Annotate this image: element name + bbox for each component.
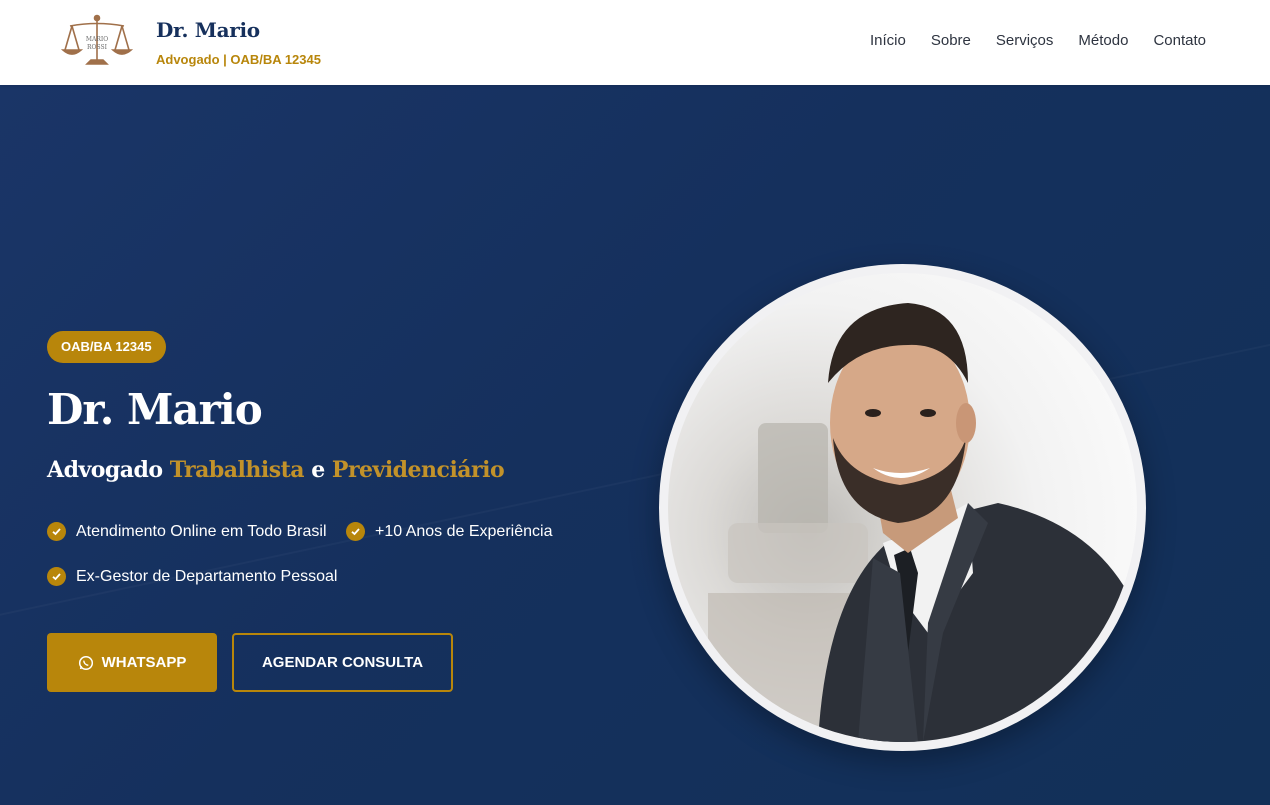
feature-item: Atendimento Online em Todo Brasil [47, 522, 327, 541]
nav-item-contato[interactable]: Contato [1153, 32, 1206, 49]
nav-item-metodo[interactable]: Método [1078, 32, 1128, 49]
feature-label: Atendimento Online em Todo Brasil [76, 522, 327, 540]
brand-name: Dr. Mario [156, 18, 260, 42]
svg-text:MARIO: MARIO [86, 36, 108, 43]
subtitle-e: e [311, 457, 325, 483]
whatsapp-icon [78, 655, 93, 670]
person-illustration [708, 303, 1137, 742]
subtitle-previdenciario: Previdenciário [331, 457, 505, 483]
nav-item-inicio[interactable]: Início [870, 32, 906, 49]
whatsapp-label: WHATSAPP [101, 654, 187, 671]
nav-item-servicos[interactable]: Serviços [996, 32, 1054, 49]
brand-subtitle: Advogado | OAB/BA 12345 [156, 52, 321, 67]
agendar-consulta-button[interactable]: AGENDAR CONSULTA [232, 633, 453, 692]
check-circle-icon [47, 522, 66, 541]
feature-label: +10 Anos de Experiência [375, 522, 553, 540]
logo[interactable]: MARIO ROSSI [60, 12, 134, 70]
check-circle-icon [47, 567, 66, 586]
scales-of-justice-icon: MARIO ROSSI [60, 14, 134, 65]
feature-item: +10 Anos de Experiência [346, 522, 552, 541]
oab-badge: OAB/BA 12345 [47, 331, 166, 363]
whatsapp-button[interactable]: WHATSAPP [47, 633, 217, 692]
feature-item: Ex-Gestor de Departamento Pessoal [47, 567, 337, 586]
site-header: MARIO ROSSI Dr. Mario Advogado | OAB/BA … [0, 0, 1270, 85]
main-nav: Início Sobre Serviços Método Contato [870, 32, 1206, 49]
hero-section: OAB/BA 12345 Dr. Mario Advogado Trabalhi… [0, 85, 1270, 805]
check-circle-icon [346, 522, 365, 541]
feature-label: Ex-Gestor de Departamento Pessoal [76, 567, 338, 585]
hero-subtitle: Advogado Trabalhista e Previdenciário [47, 457, 505, 483]
portrait-photo [668, 273, 1137, 742]
subtitle-trabalhista: Trabalhista [169, 457, 305, 483]
lawyer-portrait [659, 264, 1146, 751]
svg-text:ROSSI: ROSSI [87, 44, 108, 51]
nav-item-sobre[interactable]: Sobre [931, 32, 971, 49]
hero-title: Dr. Mario [47, 385, 263, 434]
subtitle-advogado: Advogado [47, 457, 163, 483]
